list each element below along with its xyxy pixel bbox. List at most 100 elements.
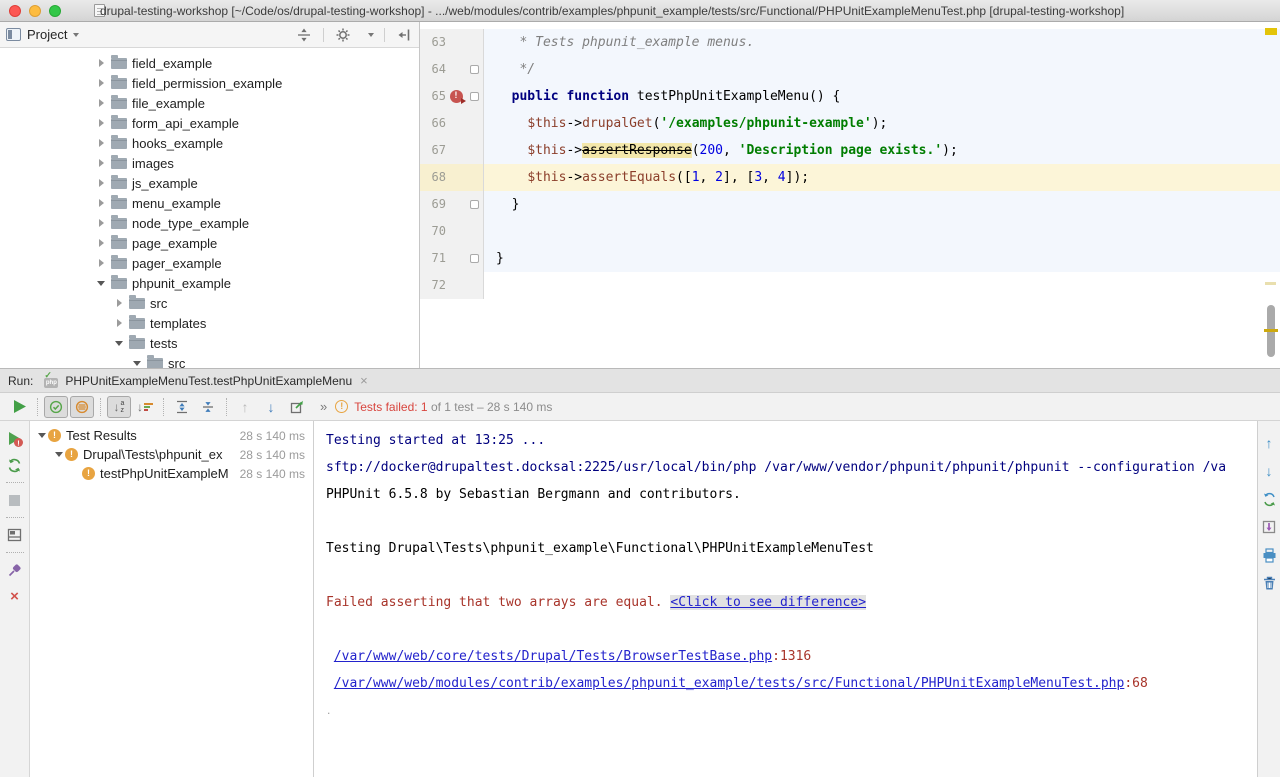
tree-item-tests[interactable]: tests [0,333,419,353]
rerun-failed-tests-button[interactable]: ! [5,429,25,449]
error-stripe-warning-mark[interactable] [1264,329,1278,332]
tree-item-file_example[interactable]: file_example [0,93,419,113]
editor-line-64[interactable]: 64 */ [420,56,1280,83]
chevron-down-icon[interactable] [368,33,374,37]
chevron-down-icon[interactable] [53,452,65,457]
chevron-right-icon[interactable] [113,319,125,327]
tree-item-pager_example[interactable]: pager_example [0,253,419,273]
chevron-down-icon[interactable] [131,361,143,366]
editor-line-68[interactable]: 68 $this->assertEquals([1, 2], [3, 4]); [420,164,1280,191]
tree-item-field_permission_example[interactable]: field_permission_example [0,73,419,93]
code-line-text[interactable]: * Tests phpunit_example menus. [484,29,1280,56]
tree-item-images[interactable]: images [0,153,419,173]
console-link[interactable]: /var/www/web/core/tests/Drupal/Tests/Bro… [334,649,772,664]
editor-line-69[interactable]: 69 } [420,191,1280,218]
test-tree-item[interactable]: !Drupal\Tests\phpunit_ex28 s 140 ms [30,445,313,464]
chevron-right-icon[interactable] [95,99,107,107]
toggle-auto-test-button[interactable] [5,455,25,475]
export-test-results-button[interactable] [285,396,309,418]
run-configuration-tab[interactable]: ✓ php PHPUnitExampleMenuTest.testPhpUnit… [33,369,377,393]
chevron-down-icon[interactable] [73,33,79,37]
failed-test-run-icon[interactable]: ! [450,90,463,103]
tree-item-form_api_example[interactable]: form_api_example [0,113,419,133]
code-line-text[interactable]: } [484,245,1280,272]
restore-layout-button[interactable] [5,525,25,545]
code-line-text[interactable]: $this->assertEquals([1, 2], [3, 4]); [484,164,1280,191]
code-line-text[interactable]: $this->drupalGet('/examples/phpunit-exam… [484,110,1280,137]
editor-line-65[interactable]: 65! public function testPhpUnitExampleMe… [420,83,1280,110]
rerun-button[interactable] [7,396,31,418]
minimize-window-button[interactable] [29,5,41,17]
chevron-right-icon[interactable] [95,119,107,127]
tree-item-menu_example[interactable]: menu_example [0,193,419,213]
editor-line-66[interactable]: 66 $this->drupalGet('/examples/phpunit-e… [420,110,1280,137]
hide-panel-icon[interactable] [395,26,413,44]
tree-item-field_example[interactable]: field_example [0,53,419,73]
tree-item-src[interactable]: src [0,293,419,313]
code-line-text[interactable]: $this->assertResponse(200, 'Description … [484,137,1280,164]
chevron-down-icon[interactable] [95,281,107,286]
chevron-right-icon[interactable] [95,59,107,67]
next-failed-test-button[interactable]: ↓ [259,396,283,418]
chevron-down-icon[interactable] [113,341,125,346]
sort-alphabetically-toggle[interactable]: ↓az [107,396,131,418]
stop-button[interactable] [5,490,25,510]
code-line-text[interactable]: } [484,191,1280,218]
scroll-from-source-icon[interactable] [295,26,313,44]
code-line-text[interactable]: public function testPhpUnitExampleMenu()… [484,83,1280,110]
chevron-right-icon[interactable] [95,259,107,267]
previous-failed-test-button[interactable]: ↑ [233,396,257,418]
test-tree-item[interactable]: !Test Results28 s 140 ms [30,426,313,445]
clear-all-icon[interactable] [1259,573,1279,593]
editor-line-72[interactable]: 72 [420,272,1280,299]
show-ignored-toggle[interactable] [70,396,94,418]
editor-line-71[interactable]: 71} [420,245,1280,272]
console-link[interactable]: /var/www/web/modules/contrib/examples/ph… [334,676,1125,691]
run-tab-title[interactable]: PHPUnitExampleMenuTest.testPhpUnitExampl… [65,374,352,388]
code-fold-icon[interactable] [470,65,479,74]
chevron-right-icon[interactable] [95,139,107,147]
code-fold-icon[interactable] [470,200,479,209]
expand-all-button[interactable] [170,396,194,418]
scroll-to-end-button[interactable] [1259,517,1279,537]
chevron-right-icon[interactable] [95,159,107,167]
tree-item-page_example[interactable]: page_example [0,233,419,253]
console-link[interactable]: <Click to see difference> [670,595,866,610]
pin-tab-button[interactable] [5,560,25,580]
error-stripe-file-status-mark[interactable] [1265,28,1277,35]
code-line-text[interactable] [484,218,1280,245]
code-editor[interactable]: 63 * Tests phpunit_example menus.64 */65… [420,22,1280,368]
next-occurrence-button[interactable]: ↓ [1259,461,1279,481]
close-icon[interactable]: × [360,373,368,388]
chevron-right-icon[interactable] [95,199,107,207]
chevron-right-icon[interactable] [95,219,107,227]
print-icon[interactable] [1259,545,1279,565]
chevron-right-icon[interactable] [95,179,107,187]
tree-item-node_type_example[interactable]: node_type_example [0,213,419,233]
toolbar-overflow-chevrons[interactable]: » [320,399,327,414]
close-panel-button[interactable]: × [5,586,25,606]
sort-by-duration-button[interactable]: ↓ [133,396,157,418]
editor-line-67[interactable]: 67 $this->assertResponse(200, 'Descripti… [420,137,1280,164]
code-fold-icon[interactable] [470,254,479,263]
gear-icon[interactable] [334,26,352,44]
track-running-test-button[interactable] [1259,489,1279,509]
project-panel-title[interactable]: Project [27,27,67,42]
tree-item-templates[interactable]: templates [0,313,419,333]
zoom-window-button[interactable] [49,5,61,17]
chevron-right-icon[interactable] [95,239,107,247]
tree-item-phpunit_example[interactable]: phpunit_example [0,273,419,293]
show-passed-toggle[interactable] [44,396,68,418]
tree-item-js_example[interactable]: js_example [0,173,419,193]
test-tree-item[interactable]: !testPhpUnitExampleM28 s 140 ms [30,464,313,483]
test-console-output[interactable]: Testing started at 13:25 ...sftp://docke… [314,421,1257,777]
tree-item-hooks_example[interactable]: hooks_example [0,133,419,153]
code-fold-icon[interactable] [470,92,479,101]
editor-line-63[interactable]: 63 * Tests phpunit_example menus. [420,29,1280,56]
previous-occurrence-button[interactable]: ↑ [1259,433,1279,453]
code-line-text[interactable]: */ [484,56,1280,83]
collapse-all-button[interactable] [196,396,220,418]
chevron-down-icon[interactable] [36,433,48,438]
chevron-right-icon[interactable] [95,79,107,87]
chevron-right-icon[interactable] [113,299,125,307]
